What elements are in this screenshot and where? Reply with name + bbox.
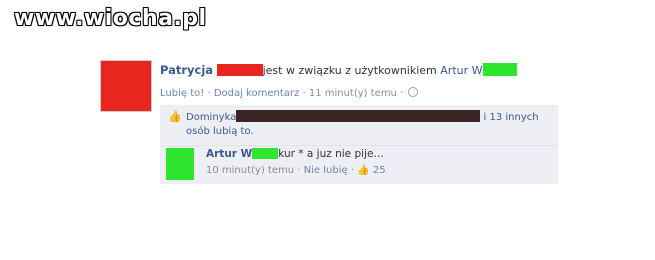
commenter-avatar[interactable] [166,148,194,180]
like-link[interactable]: Lubię to! [160,88,204,99]
author-avatar[interactable] [100,60,152,112]
redaction-bar [236,110,481,122]
comment-actions: 10 minut(y) temu · Nie lubię · 👍 25 [206,165,386,176]
commenter-name[interactable]: Artur W [206,148,252,160]
thumbs-up-icon: 👍 [357,165,370,176]
partner-name[interactable]: Artur W [440,64,482,77]
thumbs-up-icon: 👍 [168,110,182,123]
story-text: jest w związku z użytkownikiem [262,64,437,77]
story-line: Patrycja jest w związku z użytkownikiem … [160,63,517,77]
story-actions: Lubię to! · Dodaj komentarz · 11 minut(y… [160,87,419,99]
redaction-bar [216,64,263,76]
unlike-link[interactable]: Nie lubię [304,165,348,176]
separator: · [400,88,404,99]
globe-icon [408,87,419,97]
comment-text: * a juz nie pije… [298,148,384,160]
liker-name[interactable]: Dominyka [186,112,236,123]
separator: · [350,165,354,176]
separator: · [207,88,211,99]
likes-summary: Dominyka i 13 innych osób lubią to. [186,110,546,139]
redaction-bar [482,63,517,76]
redaction-bar [252,148,279,159]
separator: · [302,88,306,99]
timestamp[interactable]: 11 minut(y) temu [309,88,397,99]
comment-like-count[interactable]: 25 [373,165,386,176]
commenter-suffix: kur [278,148,295,160]
comment-timestamp[interactable]: 10 minut(y) temu [206,165,294,176]
author-name[interactable]: Patrycja [160,63,213,77]
add-comment-link[interactable]: Dodaj komentarz [214,88,299,99]
comment-line: Artur W kur * a juz nie pije… [206,148,384,160]
separator: · [297,165,301,176]
watermark-logo: www.wiocha.pl [14,6,207,31]
